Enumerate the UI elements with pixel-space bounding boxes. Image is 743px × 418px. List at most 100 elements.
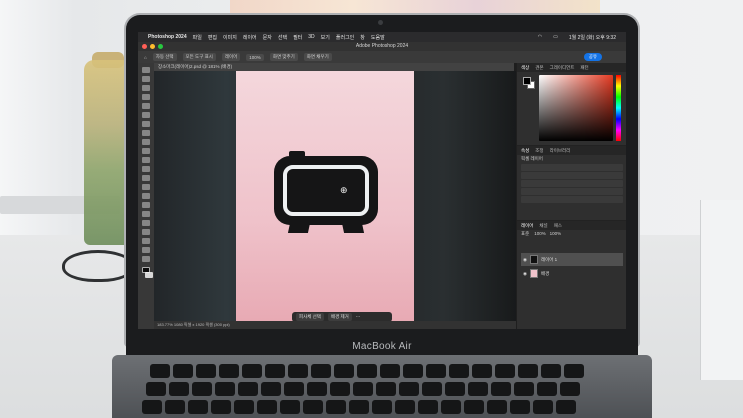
menu-item[interactable]: 문자 — [263, 34, 272, 41]
blur-tool-icon[interactable] — [142, 193, 150, 199]
menu-item[interactable]: 3D — [308, 34, 314, 40]
transform-row[interactable] — [521, 180, 623, 187]
visibility-icon[interactable]: ◉ — [523, 257, 527, 263]
keyboard-key — [330, 382, 350, 396]
tab-swatches[interactable]: 견본 — [535, 65, 543, 71]
path-select-tool-icon[interactable] — [142, 229, 150, 235]
foreground-swatch[interactable] — [523, 77, 531, 85]
canvas-workspace[interactable]: ⊕ 피사체 선택 배경 제거 ⋯ — [154, 71, 516, 322]
visibility-icon[interactable]: ◉ — [523, 271, 527, 277]
eyedropper-tool-icon[interactable] — [142, 130, 150, 136]
more-options-icon[interactable]: ⋯ — [356, 314, 361, 320]
tab-color[interactable]: 색상 — [521, 65, 529, 71]
pen-tool-icon[interactable] — [142, 211, 150, 217]
option-layer[interactable]: 레이어 — [221, 53, 241, 61]
quick-actions-row[interactable] — [521, 196, 623, 203]
keyboard-key — [242, 364, 262, 378]
tab-properties[interactable]: 속성 — [521, 148, 529, 154]
tab-gradients[interactable]: 그레이디언트 — [550, 65, 575, 71]
tab-layers[interactable]: 레이어 — [521, 223, 533, 229]
transform-row[interactable] — [521, 164, 623, 171]
keyboard-key — [257, 400, 277, 414]
stamp-tool-icon[interactable] — [142, 157, 150, 163]
keyboard-key — [169, 382, 189, 396]
home-icon[interactable]: ⌂ — [144, 55, 147, 60]
quick-select-tool-icon[interactable] — [142, 103, 150, 109]
battery-icon[interactable]: ▭ — [553, 34, 558, 41]
blend-mode-select[interactable]: 표준 — [521, 231, 529, 236]
dodge-tool-icon[interactable] — [142, 202, 150, 208]
move-tool-icon[interactable] — [142, 67, 150, 73]
healing-tool-icon[interactable] — [142, 139, 150, 145]
document-tab[interactable]: 장소마크(레이어)2.psd @ 181% (배경) — [154, 63, 514, 71]
option-fit-screen[interactable]: 화면 맞추기 — [269, 53, 298, 61]
wifi-icon[interactable]: ◠ — [538, 34, 542, 41]
frame-tool-icon[interactable] — [142, 121, 150, 127]
maximize-icon[interactable] — [158, 44, 163, 49]
layer-row[interactable]: ◉ 배경 — [521, 267, 623, 280]
tab-libraries[interactable]: 라이브러리 — [550, 148, 571, 154]
shape-tool-icon[interactable] — [142, 238, 150, 244]
keyboard-key — [376, 382, 396, 396]
crop-tool-icon[interactable] — [142, 112, 150, 118]
menu-item[interactable]: 레이어 — [243, 34, 257, 41]
lasso-tool-icon[interactable] — [142, 94, 150, 100]
keyboard-key — [533, 400, 553, 414]
tab-channels[interactable]: 채널 — [539, 223, 547, 229]
marquee-tool-icon[interactable] — [142, 85, 150, 91]
keyboard-key — [146, 382, 166, 396]
color-picker-field[interactable] — [539, 75, 613, 141]
remove-background-button[interactable]: 배경 제거 — [327, 313, 352, 321]
window-title: Adobe Photoshop 2024 — [355, 43, 409, 49]
type-tool-icon[interactable] — [142, 220, 150, 226]
menu-item[interactable]: 편집 — [208, 34, 217, 41]
keyboard-key — [219, 364, 239, 378]
keyboard-key — [468, 382, 488, 396]
layer-row[interactable]: ◉ 레이어 1 — [521, 253, 623, 266]
menu-item[interactable]: 보기 — [321, 34, 330, 41]
menu-item[interactable]: 이미지 — [223, 34, 237, 41]
eraser-tool-icon[interactable] — [142, 175, 150, 181]
mouse-cursor-icon: ⊕ — [340, 185, 348, 195]
select-subject-button[interactable]: 피사체 선택 — [296, 313, 324, 321]
transform-row[interactable] — [521, 172, 623, 179]
background-color-icon[interactable] — [145, 272, 153, 278]
history-brush-tool-icon[interactable] — [142, 166, 150, 172]
menu-item[interactable]: 플러그인 — [336, 34, 354, 41]
brush-tool-icon[interactable] — [142, 148, 150, 154]
tab-adjustments[interactable]: 조정 — [535, 148, 543, 154]
menubar-clock[interactable]: 1월 2일 (화) 오후 9:32 — [569, 34, 616, 41]
hue-slider[interactable] — [616, 75, 621, 141]
tools-panel — [138, 63, 154, 329]
option-zoom-100[interactable]: 100% — [246, 53, 264, 61]
gradient-tool-icon[interactable] — [142, 184, 150, 190]
tab-patterns[interactable]: 패턴 — [580, 65, 588, 71]
keyboard-key — [280, 400, 300, 414]
keyboard-key — [449, 364, 469, 378]
menu-app-name[interactable]: Photoshop 2024 — [148, 34, 187, 40]
minimize-icon[interactable] — [150, 44, 155, 49]
tv-screen — [283, 165, 369, 216]
menu-item[interactable]: 필터 — [293, 34, 302, 41]
align-row[interactable] — [521, 188, 623, 195]
tab-paths[interactable]: 패스 — [554, 223, 562, 229]
keyboard-key — [265, 364, 285, 378]
menu-item[interactable]: 도움말 — [371, 34, 385, 41]
artboard-tool-icon[interactable] — [142, 76, 150, 82]
keyboard-key — [422, 382, 442, 396]
close-icon[interactable] — [142, 44, 147, 49]
keyboard-key — [307, 382, 327, 396]
menu-item[interactable]: 파일 — [193, 34, 202, 41]
zoom-tool-icon[interactable] — [142, 256, 150, 262]
fill-value[interactable]: 100% — [550, 231, 562, 236]
option-auto-select[interactable]: 자동 선택 — [152, 53, 177, 61]
menu-item[interactable]: 창 — [360, 34, 365, 41]
laptop-screen: Photoshop 2024 파일 편집 이미지 레이어 문자 선택 필터 3D… — [138, 32, 626, 329]
option-show-tools[interactable]: 모든 도구 표시 — [182, 53, 216, 61]
opacity-value[interactable]: 100% — [534, 231, 546, 236]
menu-item[interactable]: 선택 — [278, 34, 287, 41]
share-button[interactable]: 공유 — [583, 53, 602, 61]
hand-tool-icon[interactable] — [142, 247, 150, 253]
artboard[interactable]: ⊕ — [236, 71, 414, 321]
option-fill-screen[interactable]: 화면 채우기 — [303, 53, 332, 61]
